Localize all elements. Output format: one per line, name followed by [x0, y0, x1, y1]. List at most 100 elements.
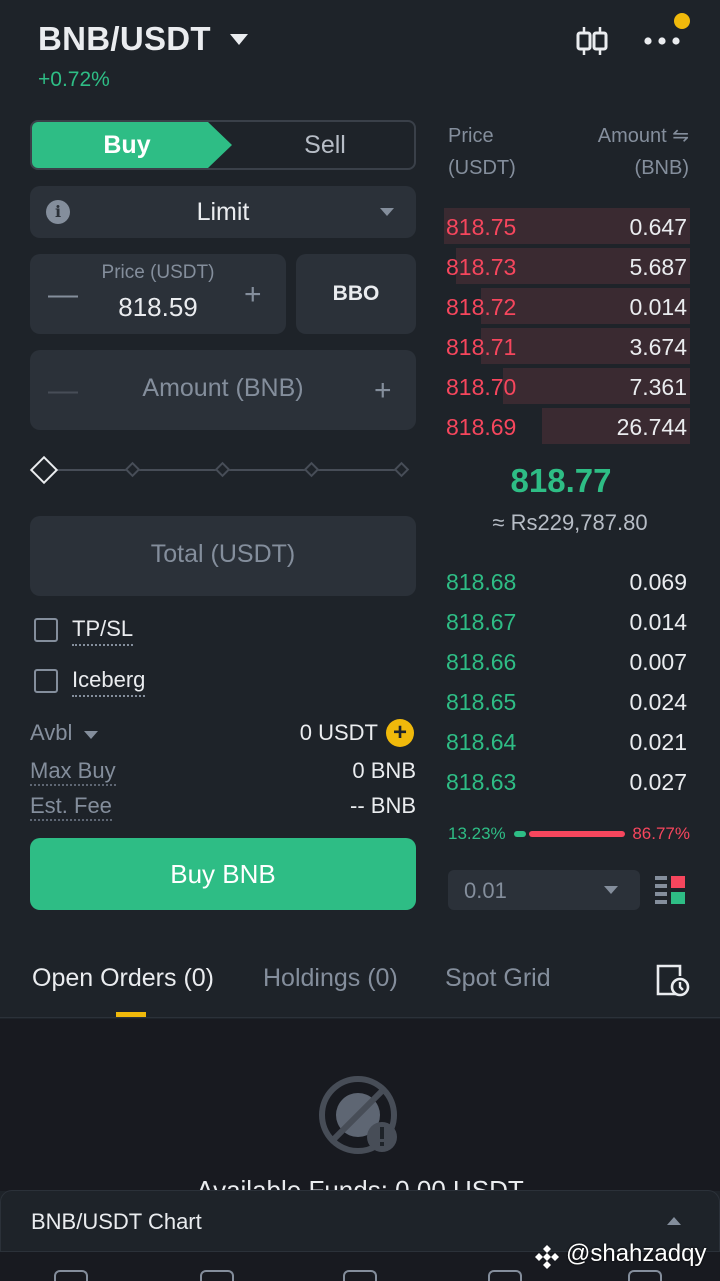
bid-row[interactable]: 818.65 0.024 [444, 681, 690, 721]
slider-handle[interactable] [29, 455, 59, 485]
amount-plus-button[interactable]: + [374, 376, 392, 406]
pair-dropdown-icon[interactable] [230, 34, 248, 45]
bid-amount: 0.014 [629, 609, 687, 635]
orderbook-layout-icon[interactable] [655, 874, 687, 906]
bid-price: 818.65 [446, 689, 517, 715]
chevron-down-icon [380, 208, 394, 216]
price-input[interactable]: Price (USDT) 818.59 — + [30, 254, 286, 334]
no-data-icon [319, 1076, 397, 1154]
sell-ratio-bar [529, 831, 625, 837]
iceberg-label: Iceberg [72, 667, 146, 697]
buy-ratio: 13.23% [448, 824, 506, 843]
order-history-icon[interactable] [654, 962, 690, 998]
max-buy-row: Max Buy 0 BNB [30, 758, 416, 786]
buy-ratio-bar [514, 831, 526, 837]
buy-tab[interactable]: Buy [32, 122, 232, 168]
chart-label: BNB/USDT Chart [31, 1209, 202, 1234]
slider-tick-25[interactable] [124, 461, 141, 478]
bid-row[interactable]: 818.67 0.014 [444, 601, 690, 641]
tpsl-checkbox[interactable] [34, 618, 58, 642]
chevron-up-icon[interactable] [667, 1217, 681, 1225]
candlestick-icon[interactable] [575, 24, 609, 58]
ask-amount: 0.647 [629, 214, 687, 240]
ask-amount: 7.361 [629, 374, 687, 400]
price-header: Price [448, 125, 494, 147]
avbl-label[interactable]: Avbl [30, 720, 72, 746]
slider-tick-50[interactable] [214, 461, 231, 478]
amount-header[interactable]: Amount ⇋ [598, 120, 689, 152]
amount-input[interactable]: — Amount (BNB) + [30, 350, 416, 430]
price-unit-header: (USDT) [448, 157, 516, 179]
active-tab-indicator [116, 1012, 146, 1017]
tab-holdings[interactable]: Holdings (0) [263, 964, 398, 993]
chevron-down-icon [604, 886, 618, 894]
bid-price: 818.66 [446, 649, 517, 675]
price-plus-button[interactable]: + [244, 280, 262, 310]
max-buy-label: Max Buy [30, 758, 116, 786]
ask-row[interactable]: 818.72 0.014 [444, 286, 690, 326]
est-fee-row: Est. Fee -- BNB [30, 793, 416, 821]
trade-nav-icon[interactable] [343, 1270, 377, 1281]
amount-placeholder: Amount (BNB) [142, 374, 304, 402]
iceberg-checkbox[interactable] [34, 669, 58, 693]
est-fee-label: Est. Fee [30, 793, 112, 821]
last-price[interactable]: 818.77 [444, 462, 678, 500]
total-input[interactable]: Total (USDT) [30, 516, 416, 596]
available-funds-text: Available Funds: 0.00 USDT [196, 1175, 524, 1191]
avbl-value: 0 USDT [299, 720, 378, 745]
markets-nav-icon[interactable] [200, 1270, 234, 1281]
bid-row[interactable]: 818.63 0.027 [444, 761, 690, 801]
avbl-dropdown-icon[interactable] [84, 731, 98, 739]
ask-amount: 26.744 [616, 414, 687, 440]
buy-bnb-button[interactable]: Buy BNB [30, 838, 416, 910]
binance-logo-icon [535, 1245, 559, 1269]
bid-row[interactable]: 818.66 0.007 [444, 641, 690, 681]
ask-row[interactable]: 818.69 26.744 [444, 406, 690, 446]
tpsl-label: TP/SL [72, 616, 134, 646]
futures-nav-icon[interactable] [488, 1270, 522, 1281]
add-funds-icon[interactable]: + [386, 719, 414, 747]
ask-row[interactable]: 818.70 7.361 [444, 366, 690, 406]
bid-amount: 0.027 [629, 769, 687, 795]
bid-price: 818.67 [446, 609, 517, 635]
bid-price: 818.64 [446, 729, 517, 755]
watermark-text: @shahzadqy [566, 1240, 707, 1267]
side-toggle: Buy Sell [30, 120, 416, 170]
bid-amount: 0.021 [629, 729, 687, 755]
bid-price: 818.63 [446, 769, 517, 795]
more-icon[interactable] [643, 36, 681, 46]
pair-title[interactable]: BNB/USDT [38, 20, 211, 58]
ask-amount: 0.014 [629, 294, 687, 320]
ask-price: 818.73 [446, 254, 517, 280]
ask-row[interactable]: 818.75 0.647 [444, 206, 690, 246]
price-step-select[interactable]: 0.01 [448, 870, 640, 910]
ask-row[interactable]: 818.71 3.674 [444, 326, 690, 366]
slider-tick-75[interactable] [303, 461, 320, 478]
bid-amount: 0.024 [629, 689, 687, 715]
price-step-value: 0.01 [464, 878, 507, 903]
ask-price: 818.71 [446, 334, 517, 360]
bid-price: 818.68 [446, 569, 517, 595]
bid-amount: 0.069 [629, 569, 687, 595]
ask-row[interactable]: 818.73 5.687 [444, 246, 690, 286]
bbo-button[interactable]: BBO [296, 254, 416, 334]
tab-spot-grid[interactable]: Spot Grid [445, 964, 551, 993]
max-buy-value: 0 BNB [352, 758, 416, 783]
total-placeholder: Total (USDT) [150, 540, 296, 568]
buy-sell-ratio: 13.23% 86.77% [444, 822, 692, 846]
bid-row[interactable]: 818.64 0.021 [444, 721, 690, 761]
home-nav-icon[interactable] [54, 1270, 88, 1281]
order-type-select[interactable]: i Limit [30, 186, 416, 238]
bid-row[interactable]: 818.68 0.069 [444, 561, 690, 601]
price-change: +0.72% [38, 68, 110, 91]
last-price-fiat: ≈ Rs229,787.80 [492, 510, 648, 535]
slider-tick-100[interactable] [393, 461, 410, 478]
price-minus-button[interactable]: — [48, 280, 78, 310]
assets-nav-icon[interactable] [628, 1270, 662, 1281]
ask-price: 818.70 [446, 374, 517, 400]
ask-amount: 5.687 [629, 254, 687, 280]
available-balance-row: Avbl 0 USDT + [30, 719, 416, 748]
tab-open-orders[interactable]: Open Orders (0) [32, 964, 214, 993]
amount-slider[interactable] [29, 455, 416, 485]
sell-tab[interactable]: Sell [232, 122, 414, 168]
